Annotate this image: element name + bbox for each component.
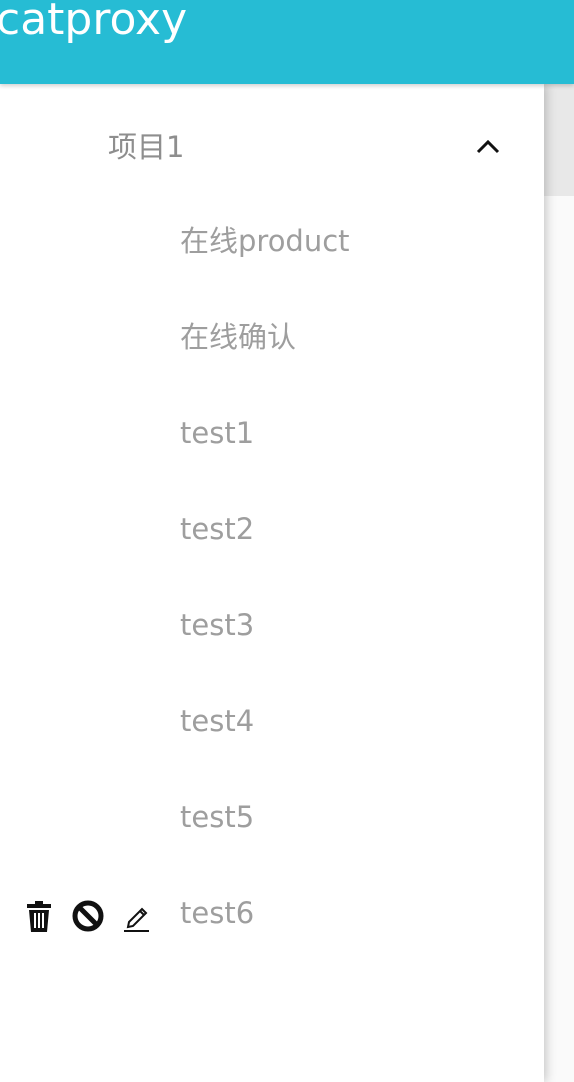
list-item-label: 在线确认 [180,320,297,354]
app-window: catproxy 项目1 在线product 在线确认 test1 test2 [0,0,574,1082]
list-item-label: test4 [180,704,255,738]
list-item-actions [22,898,152,938]
project-drawer: 项目1 在线product 在线确认 test1 test2 test3 tes… [0,84,544,1082]
list-item[interactable]: 在线product [0,196,544,292]
app-header: catproxy [0,0,574,84]
list-item-label: test3 [180,608,255,642]
list-item[interactable]: 在线确认 [0,292,544,388]
content-toolbar [544,84,574,196]
content-area [544,196,574,1082]
list-item[interactable]: test5 [0,772,544,868]
trash-icon[interactable] [22,898,56,934]
project-group-header[interactable]: 项目1 [0,98,544,196]
list-item-label: test6 [180,896,255,930]
content-pane [544,84,574,1082]
list-item-label: test1 [180,416,255,450]
list-item-label: 在线product [180,224,350,258]
list-item[interactable]: test1 [0,388,544,484]
list-item[interactable]: test4 [0,676,544,772]
list-item-label: test2 [180,512,255,546]
block-icon[interactable] [70,898,106,934]
list-item[interactable]: test6 [0,868,544,964]
app-title: catproxy [0,0,188,45]
list-item[interactable]: test2 [0,484,544,580]
edit-icon[interactable] [122,898,152,934]
project-item-list: 在线product 在线确认 test1 test2 test3 test4 t… [0,196,544,1046]
list-item-label: test5 [180,800,255,834]
chevron-up-icon[interactable] [476,136,500,158]
list-item[interactable]: test3 [0,580,544,676]
project-group-title: 项目1 [108,130,185,164]
